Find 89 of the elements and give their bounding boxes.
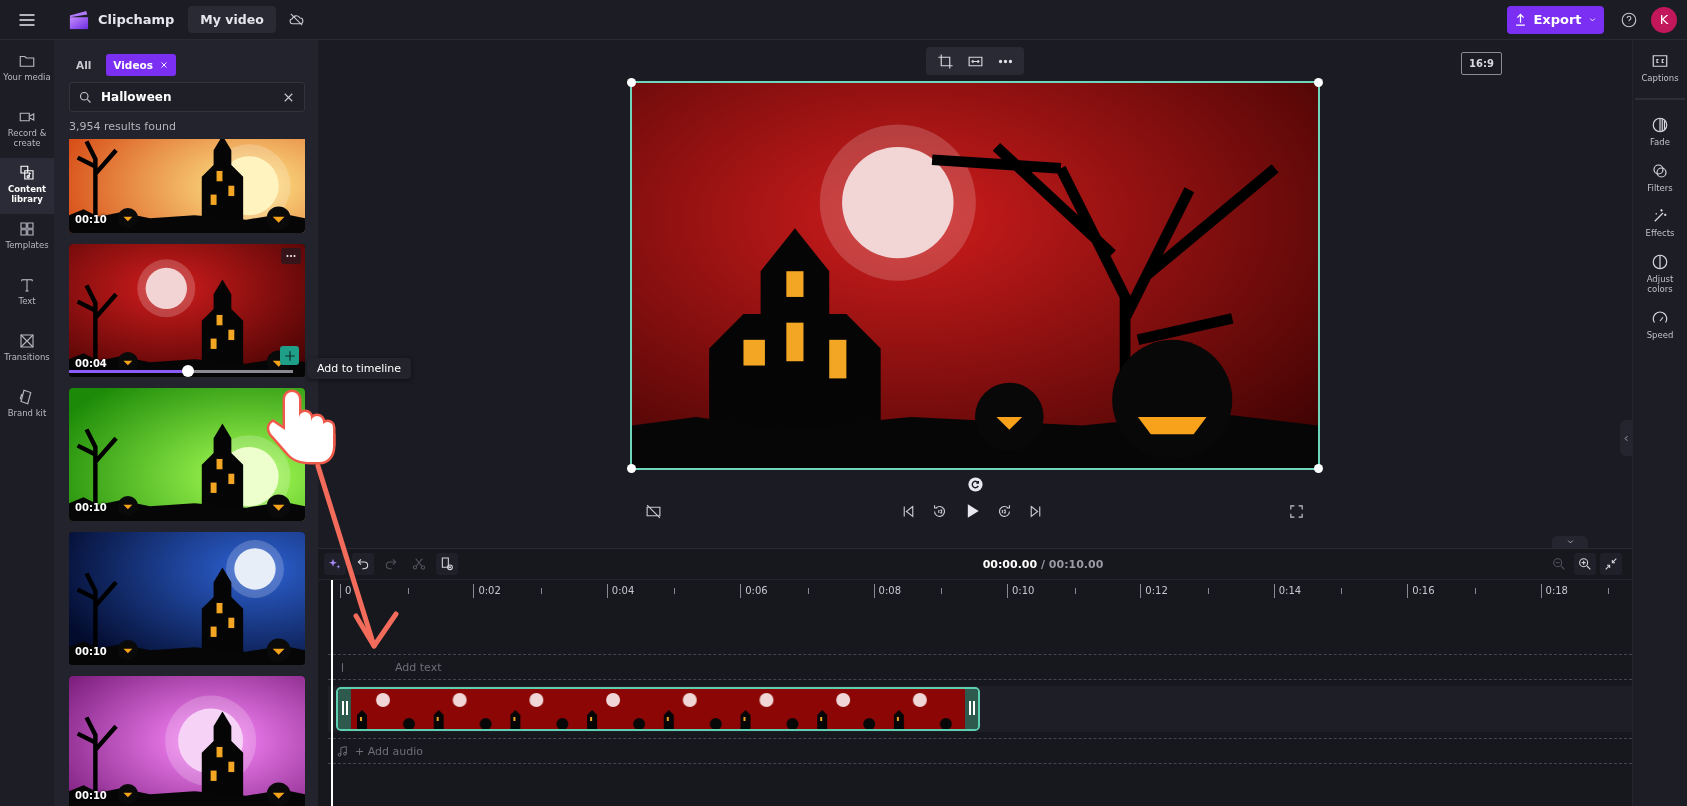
audio-track[interactable]: + Add audio xyxy=(328,738,1632,764)
fade-icon xyxy=(1651,115,1669,134)
plus-icon xyxy=(282,348,297,363)
collapse-button[interactable] xyxy=(1600,553,1622,575)
undo-icon xyxy=(355,556,371,572)
filters-icon xyxy=(1651,161,1669,180)
cloud-off-icon[interactable] xyxy=(287,11,305,28)
nav-item[interactable]: Brand kit xyxy=(0,382,54,438)
video-thumbnail[interactable]: 00:04 xyxy=(69,244,305,377)
search-input[interactable]: Halloween xyxy=(99,89,275,105)
resize-handle[interactable] xyxy=(627,78,636,87)
nav-item[interactable]: Content library xyxy=(0,158,54,214)
music-note-icon xyxy=(336,744,349,758)
more-button[interactable] xyxy=(281,248,301,264)
rewind-icon[interactable] xyxy=(931,502,948,520)
help-icon[interactable] xyxy=(1620,10,1638,29)
tool-button[interactable]: Speed xyxy=(1635,308,1685,341)
duration-label: 00:10 xyxy=(75,502,107,513)
media-stack-icon xyxy=(18,164,36,182)
text-track[interactable]: Add text xyxy=(328,654,1632,680)
scissors-icon xyxy=(411,556,427,572)
nav-item[interactable]: Text xyxy=(0,270,54,326)
ruler-label: 0:18 xyxy=(1545,585,1568,596)
nav-item[interactable]: Your media xyxy=(0,46,54,102)
video-thumbnail[interactable]: 00:10 xyxy=(69,388,305,521)
resize-handle[interactable] xyxy=(627,464,636,473)
user-avatar[interactable]: K xyxy=(1651,6,1677,33)
captions-icon xyxy=(1651,52,1669,70)
ruler-label: 0:02 xyxy=(478,585,501,596)
zoom-in-icon xyxy=(1577,556,1593,572)
trim-handle[interactable] xyxy=(965,689,978,729)
rotate-icon[interactable] xyxy=(966,476,984,493)
app-name: Clipchamp xyxy=(98,12,175,27)
video-thumbnail[interactable]: 00:10 xyxy=(69,676,305,806)
tool-button[interactable]: Effects xyxy=(1635,207,1685,240)
video-thumbnail[interactable]: 00:10 xyxy=(69,139,305,233)
project-title[interactable]: My video xyxy=(188,6,276,33)
duration-label: 00:10 xyxy=(75,646,107,657)
zoom-out-icon xyxy=(1551,556,1567,572)
sparkle-button[interactable] xyxy=(324,553,346,575)
time-display: 00:00.00 / 00:10.00 xyxy=(981,557,1105,571)
duration-label: 00:10 xyxy=(75,790,107,801)
logo-icon xyxy=(68,9,90,30)
camera-off-icon[interactable] xyxy=(645,502,662,520)
export-button[interactable]: Export xyxy=(1507,5,1604,34)
tool-button[interactable]: Fade xyxy=(1635,115,1685,148)
transition-icon xyxy=(18,332,36,350)
search-icon xyxy=(78,89,93,105)
ruler-label: 0:14 xyxy=(1278,585,1302,596)
track-label: Add text xyxy=(395,660,442,674)
fullscreen-icon[interactable] xyxy=(1288,502,1305,520)
redo-icon xyxy=(383,556,399,572)
forward-icon[interactable] xyxy=(996,502,1013,520)
nav-item[interactable]: Transitions xyxy=(0,326,54,382)
aspect-ratio-button[interactable]: 16:9 xyxy=(1461,52,1502,75)
undo-button[interactable] xyxy=(352,553,374,575)
resize-handle[interactable] xyxy=(1314,78,1323,87)
crop-icon[interactable] xyxy=(936,52,954,70)
tooltip: Add to timeline xyxy=(307,358,412,379)
trim-handle[interactable] xyxy=(338,689,351,729)
zoom-in-button[interactable] xyxy=(1574,553,1596,575)
nav-item[interactable]: Templates xyxy=(0,214,54,270)
duration-label: 00:04 xyxy=(75,358,107,369)
tool-button[interactable]: Filters xyxy=(1635,161,1685,194)
ruler-label: 0:16 xyxy=(1412,585,1435,596)
ruler-label: 0 xyxy=(345,585,352,596)
track-label: + Add audio xyxy=(355,744,423,758)
add-media-button[interactable] xyxy=(436,553,458,575)
ruler-label: 0:04 xyxy=(611,585,635,596)
nav-item[interactable]: Record & create xyxy=(0,102,54,158)
search-field[interactable]: Halloween xyxy=(69,82,305,112)
pointer-hand-icon xyxy=(266,389,336,465)
tool-button[interactable]: Adjust colors xyxy=(1635,253,1685,295)
filter-chip[interactable]: Videos xyxy=(106,54,176,76)
filter-chip[interactable]: All xyxy=(69,54,99,76)
ruler-label: 0:06 xyxy=(745,585,768,596)
add-media-icon xyxy=(439,556,455,572)
tool-button[interactable]: Captions xyxy=(1635,52,1685,100)
ruler-label: 0:12 xyxy=(1145,585,1168,596)
collapse-icon xyxy=(1603,556,1619,572)
duration-label: 00:10 xyxy=(75,214,107,225)
video-thumbnail[interactable]: 00:10 xyxy=(69,532,305,665)
ruler-label: 0:08 xyxy=(878,585,902,596)
resize-handle[interactable] xyxy=(1314,464,1323,473)
ruler-label: 0:10 xyxy=(1011,585,1035,596)
contrast-icon xyxy=(1651,253,1669,272)
results-count: 3,954 results found xyxy=(69,120,177,133)
slider-thumb[interactable] xyxy=(181,365,194,377)
grid-icon xyxy=(18,220,36,238)
